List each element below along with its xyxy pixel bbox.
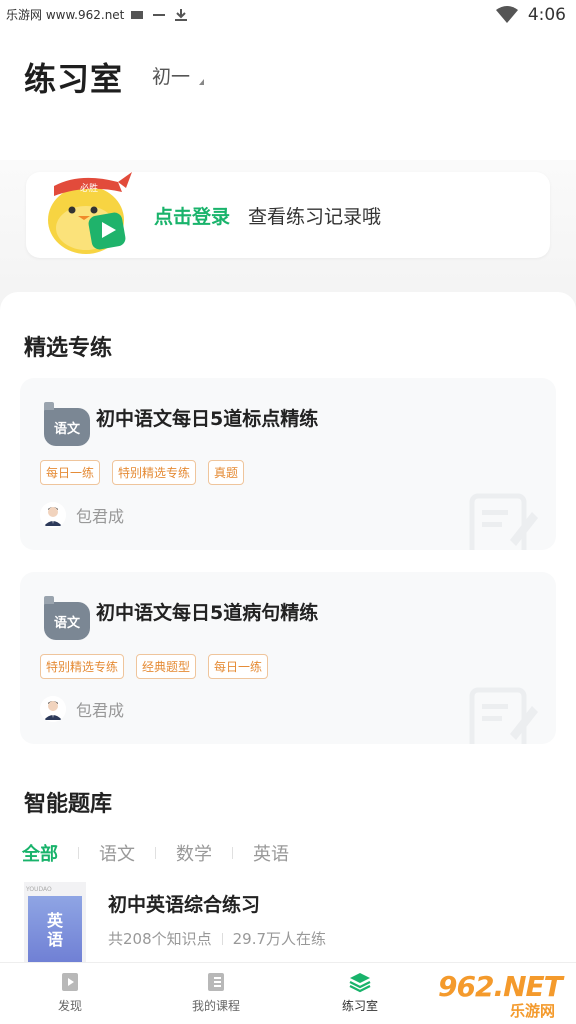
teacher-avatar bbox=[40, 696, 66, 722]
teacher-avatar bbox=[40, 502, 66, 528]
bank-item-title: 初中英语综合练习 bbox=[108, 894, 261, 916]
nav-discover[interactable]: 发现 bbox=[58, 971, 82, 1014]
site-watermark-logo: 962.NET 乐游网 bbox=[438, 970, 563, 1020]
tag: 每日一练 bbox=[208, 654, 269, 679]
book-cover: YOUDAO 英 语 bbox=[24, 882, 86, 964]
tab-english[interactable]: 英语 bbox=[253, 840, 289, 866]
minus-icon bbox=[153, 13, 166, 16]
notification-icon bbox=[131, 10, 144, 19]
tag-list: 每日一练 特别精选专练 真题 bbox=[40, 460, 245, 485]
question-bank-item[interactable]: YOUDAO 英 语 初中英语综合练习 共208个知识点 29.7万人在练 bbox=[24, 882, 554, 964]
grade-label: 初一 bbox=[152, 66, 191, 88]
chick-mascot-icon: 必胜 bbox=[48, 172, 132, 254]
layers-icon bbox=[349, 973, 371, 993]
bank-item-meta: 共208个知识点 29.7万人在练 bbox=[108, 928, 326, 949]
practice-card[interactable]: 语文 初中语文每日5道病句精练 特别精选专练 经典题型 每日一练 包君成 bbox=[20, 572, 556, 744]
download-icon bbox=[175, 8, 188, 21]
svg-text:必胜: 必胜 bbox=[80, 182, 98, 194]
status-left: 乐游网 www.962.net bbox=[6, 6, 188, 23]
featured-section-title: 精选专练 bbox=[24, 336, 113, 361]
practice-card-title: 初中语文每日5道病句精练 bbox=[96, 602, 319, 624]
main-content: 精选专练 语文 初中语文每日5道标点精练 每日一练 特别精选专练 真题 包君成 bbox=[0, 292, 576, 964]
status-time: 4:06 bbox=[527, 5, 566, 25]
teacher-info: 包君成 bbox=[40, 502, 124, 528]
status-site-text: 乐游网 www.962.net bbox=[6, 8, 125, 22]
practice-card-title: 初中语文每日5道标点精练 bbox=[96, 408, 319, 430]
tag: 经典题型 bbox=[136, 654, 197, 679]
book-cover-brand: YOUDAO bbox=[26, 886, 52, 893]
practice-card[interactable]: 语文 初中语文每日5道标点精练 每日一练 特别精选专练 真题 包君成 bbox=[20, 378, 556, 550]
grade-selector[interactable]: 初一 bbox=[152, 62, 205, 89]
tab-chinese[interactable]: 语文 bbox=[99, 840, 135, 866]
bank-section-title: 智能题库 bbox=[24, 792, 113, 817]
login-link[interactable]: 点击登录 bbox=[154, 202, 230, 229]
play-book-icon bbox=[62, 973, 78, 991]
teacher-name: 包君成 bbox=[76, 507, 125, 526]
edit-watermark-icon bbox=[469, 687, 538, 744]
nav-my-courses[interactable]: 我的课程 bbox=[192, 971, 240, 1014]
teacher-name: 包君成 bbox=[76, 701, 125, 720]
login-tip: 查看练习记录哦 bbox=[248, 206, 382, 228]
caret-down-icon bbox=[194, 79, 205, 85]
login-card[interactable]: 必胜 点击登录 查看练习记录哦 bbox=[26, 172, 550, 258]
tag-list: 特别精选专练 经典题型 每日一练 bbox=[40, 654, 269, 679]
subject-filter-tabs: 全部 语文 数学 英语 bbox=[22, 840, 289, 866]
learner-count: 29.7万人在练 bbox=[232, 930, 327, 948]
tag: 特别精选专练 bbox=[112, 460, 197, 485]
tab-all[interactable]: 全部 bbox=[22, 840, 58, 866]
teacher-info: 包君成 bbox=[40, 696, 124, 722]
status-bar: 乐游网 www.962.net 4:06 bbox=[0, 0, 576, 32]
tab-math[interactable]: 数学 bbox=[176, 840, 212, 866]
status-right: 4:06 bbox=[495, 5, 566, 25]
edit-watermark-icon bbox=[469, 493, 538, 550]
notebook-icon bbox=[208, 973, 224, 991]
tag: 特别精选专练 bbox=[40, 654, 125, 679]
tag: 真题 bbox=[208, 460, 245, 485]
nav-practice-room[interactable]: 练习室 bbox=[342, 971, 378, 1014]
subject-badge: 语文 bbox=[44, 402, 90, 446]
subject-badge: 语文 bbox=[44, 596, 90, 640]
wifi-icon bbox=[495, 6, 518, 23]
page-title: 练习室 bbox=[24, 60, 124, 98]
tag: 每日一练 bbox=[40, 460, 101, 485]
knowledge-point-count: 共208个知识点 bbox=[108, 930, 212, 948]
